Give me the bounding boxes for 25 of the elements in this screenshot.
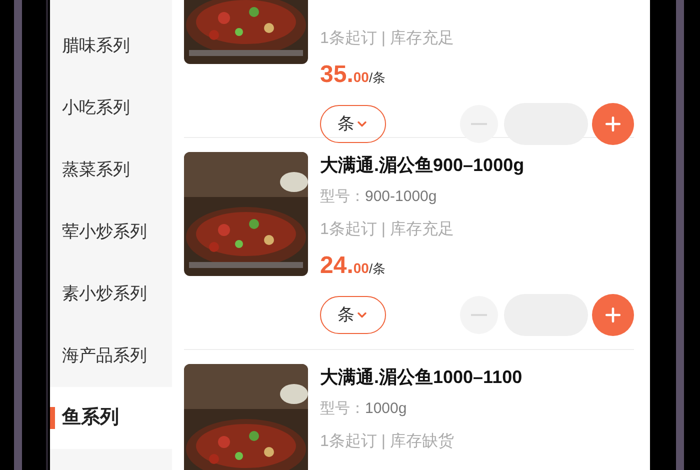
category-item[interactable]: 荤小炒系列 [50,201,172,263]
product-title: 大满通.湄公鱼900–1000g [320,154,526,177]
decrease-button[interactable] [460,296,498,334]
stock-info: 1条起订 | 库存充足 [320,220,455,240]
category-item[interactable]: 小吃系列 [50,77,172,139]
model-label: 型号： [320,399,365,419]
price: 35.00/条 [320,60,387,90]
increase-button[interactable] [592,103,634,145]
increase-button[interactable] [592,294,634,336]
category-item[interactable]: 腊味系列 [50,15,172,77]
model-value: 1000g [365,399,407,419]
model-label: 型号： [320,187,365,207]
decrease-button[interactable] [460,105,498,143]
model-value: 900-1000g [365,187,437,207]
category-item[interactable]: 素小炒系列 [50,263,172,325]
stock-info: 1条起订 | 库存充足 [320,29,455,49]
unit-select[interactable]: 条 [320,105,386,143]
stock-info: 1条起订 | 库存缺货 [320,432,455,452]
unit-select[interactable]: 条 [320,296,386,334]
selected-indicator [50,407,55,429]
product-title: 大满通.湄公鱼1000–1100 [320,366,524,389]
category-item[interactable]: 鱼系列 [50,387,172,449]
category-item[interactable]: 海产品系列 [50,325,172,387]
category-item[interactable]: 蒸菜系列 [50,139,172,201]
price: 24.00/条 [320,251,387,281]
